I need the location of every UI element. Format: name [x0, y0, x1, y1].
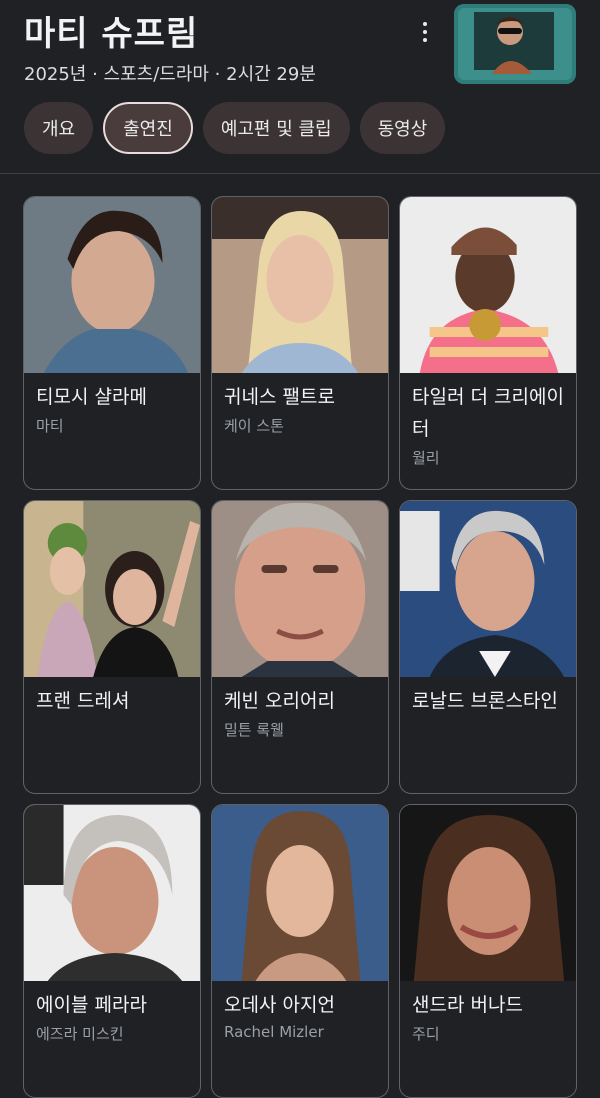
character-name: 케이 스톤	[224, 417, 284, 435]
actor-name: 프랜 드레셔	[36, 690, 130, 712]
cast-card[interactable]: 로날드 브론스타인	[399, 500, 577, 794]
cast-card[interactable]: 오데사 아지언 Rachel Mizler	[211, 804, 389, 1098]
actor-photo	[24, 197, 200, 373]
character-name: 마티	[36, 417, 64, 435]
actor-photo	[400, 197, 576, 373]
cast-card[interactable]: 프랜 드레셔	[23, 500, 201, 794]
more-options-icon[interactable]	[410, 16, 440, 48]
actor-photo	[212, 501, 388, 677]
actor-name: 케빈 오리어리	[224, 690, 335, 712]
tab-trailers-clips[interactable]: 예고편 및 클립	[202, 102, 350, 154]
cast-card[interactable]: 케빈 오리어리 밀튼 록웰	[211, 500, 389, 794]
actor-photo	[24, 805, 200, 981]
page-title: 마티 슈프림	[24, 14, 199, 54]
tab-cast[interactable]: 출연진	[103, 102, 193, 154]
cast-card[interactable]: 에이블 페라라 에즈라 미스킨	[23, 804, 201, 1098]
actor-name: 귀네스 팰트로	[224, 386, 335, 408]
character-name: 월리	[412, 449, 440, 467]
character-name: 에즈라 미스킨	[36, 1025, 124, 1043]
actor-name: 티모시 샬라메	[36, 386, 147, 408]
actor-name: 로날드 브론스타인	[412, 690, 558, 712]
character-name: 밀튼 록웰	[224, 721, 284, 739]
cast-card[interactable]: 티모시 샬라메 마티	[23, 196, 201, 490]
actor-photo	[212, 197, 388, 373]
cast-card[interactable]: 타일러 더 크리에이터 월리	[399, 196, 577, 490]
tab-bar: 개요 출연진 예고편 및 클립 동영상	[24, 102, 446, 154]
actor-photo	[400, 805, 576, 981]
character-name: 주디	[412, 1025, 440, 1043]
cast-card[interactable]: 귀네스 팰트로 케이 스톤	[211, 196, 389, 490]
character-name: Rachel Mizler	[224, 1023, 324, 1041]
character-name	[24, 717, 200, 719]
actor-name: 타일러 더 크리에이터	[412, 386, 564, 440]
cast-grid: 티모시 샬라메 마티 귀네스 팰트로 케이 스톤 타일러 더 크리에이터 월리	[23, 196, 577, 1098]
cast-card[interactable]: 샌드라 버나드 주디	[399, 804, 577, 1098]
actor-name: 에이블 페라라	[36, 994, 147, 1016]
movie-poster-thumbnail[interactable]	[454, 4, 576, 84]
actor-photo	[400, 501, 576, 677]
tab-videos[interactable]: 동영상	[359, 102, 446, 154]
actor-photo	[24, 501, 200, 677]
actor-photo	[212, 805, 388, 981]
actor-name: 오데사 아지언	[224, 994, 335, 1016]
tab-overview[interactable]: 개요	[24, 102, 94, 154]
divider	[0, 173, 600, 174]
character-name	[400, 717, 576, 719]
actor-name: 샌드라 버나드	[412, 994, 523, 1016]
movie-meta: 2025년 · 스포츠/드라마 · 2시간 29분	[24, 64, 316, 85]
